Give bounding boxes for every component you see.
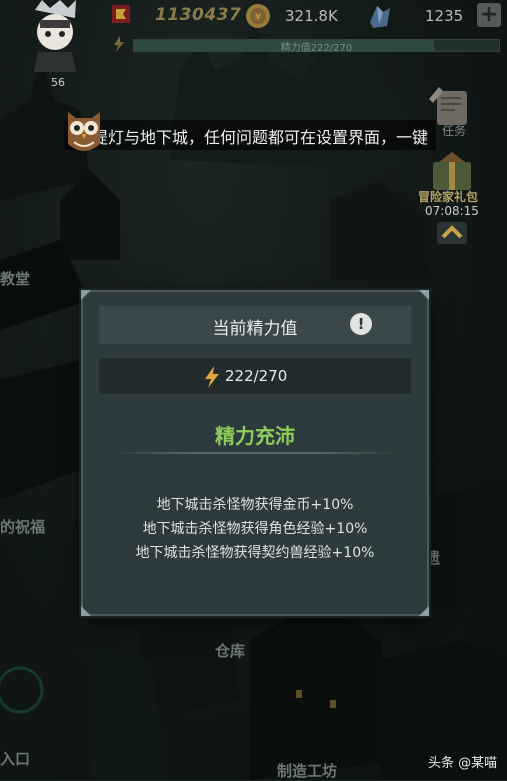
corner-ornament bbox=[419, 606, 429, 616]
bonus-line: 地下城击杀怪物获得金币+10% bbox=[156, 497, 354, 513]
quest-label[interactable]: 任务 bbox=[442, 122, 466, 139]
dialog-energy-row: 222/270 bbox=[99, 358, 411, 394]
dialog-header: 当前精力值 ! bbox=[99, 306, 411, 344]
bolt-icon bbox=[205, 366, 219, 388]
bonus-line: 地下城击杀怪物获得角色经验+10% bbox=[142, 521, 368, 537]
gift-pack-timer: 07:08:15 bbox=[425, 204, 479, 218]
player-level: 56 bbox=[51, 76, 65, 89]
add-gems-button[interactable]: + bbox=[477, 3, 501, 27]
energy-track: 精力值222/270 bbox=[133, 39, 500, 54]
gold-amount: 1130437 bbox=[155, 5, 242, 25]
map-label-church[interactable]: 教堂 bbox=[0, 268, 30, 289]
energy-bar-label: 精力值222/270 bbox=[280, 43, 353, 54]
map-label-entrance[interactable]: 入口 bbox=[0, 748, 30, 769]
owl-icon[interactable] bbox=[62, 104, 106, 156]
top-status-bar: 56 1130437 ¥ 321.8K 1235 + 精力值222/270 bbox=[0, 0, 507, 89]
gift-pack-label[interactable]: 冒险家礼包 bbox=[418, 188, 478, 205]
info-icon[interactable]: ! bbox=[350, 313, 372, 335]
map-label-warehouse[interactable]: 仓库 bbox=[215, 640, 245, 661]
avatar[interactable] bbox=[20, 0, 90, 80]
corner-ornament bbox=[81, 290, 91, 300]
watermark: 头条 @某喵 bbox=[428, 756, 498, 771]
tip-text: 提灯与地下城，任何问题都可在设置界面，一键 bbox=[92, 128, 429, 147]
corner-ornament bbox=[419, 290, 429, 300]
gem-icon bbox=[370, 6, 390, 28]
map-label-blessing[interactable]: 的祝福 bbox=[0, 516, 45, 537]
dialog-energy-value: 222/270 bbox=[225, 367, 288, 385]
divider bbox=[113, 452, 397, 454]
corner-ornament bbox=[81, 606, 91, 616]
svg-text:¥: ¥ bbox=[255, 12, 261, 23]
energy-status: 精力充沛 bbox=[215, 424, 295, 448]
coin-icon: ¥ bbox=[246, 4, 270, 28]
energy-bar[interactable]: 精力值222/270 bbox=[113, 36, 503, 54]
energy-dialog: 当前精力值 ! 222/270 精力充沛 地下城击杀怪物获得金币+10% 地下城… bbox=[81, 290, 429, 616]
flag-icon[interactable] bbox=[110, 3, 132, 25]
coin-amount: 321.8K bbox=[285, 7, 338, 25]
bonus-line: 地下城击杀怪物获得契约兽经验+10% bbox=[135, 545, 375, 561]
bolt-icon bbox=[114, 36, 124, 52]
gem-amount: 1235 bbox=[425, 7, 464, 25]
chevron-up-icon[interactable] bbox=[437, 222, 467, 244]
map-label-workshop[interactable]: 制造工坊 bbox=[277, 760, 337, 781]
